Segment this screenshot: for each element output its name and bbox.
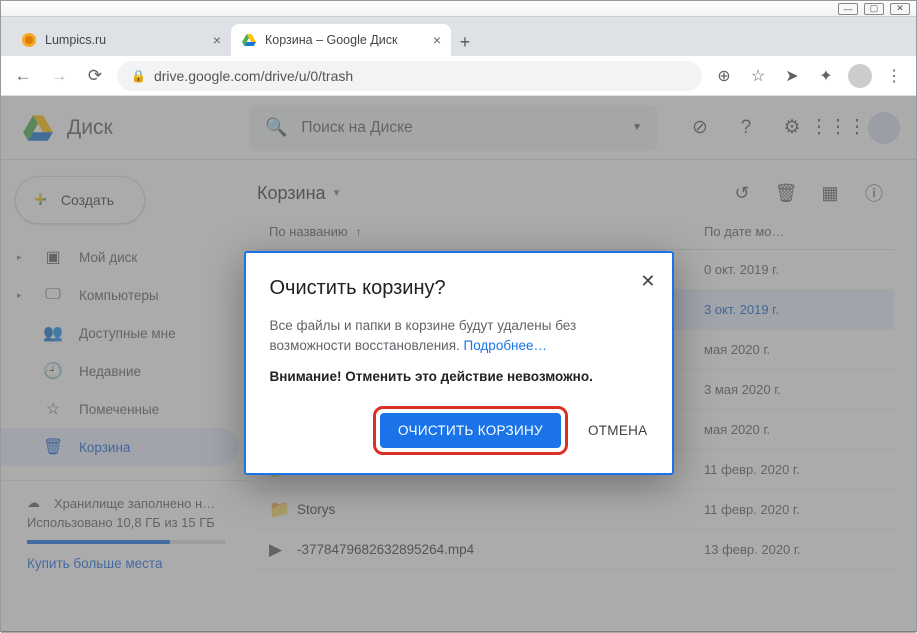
address-bar: ← → ⟳ 🔒 drive.google.com/drive/u/0/trash… [1,56,916,96]
nav-forward-button[interactable]: → [45,62,73,90]
favicon-lumpics-icon [21,32,37,48]
tab-title: Lumpics.ru [45,33,106,47]
window-maximize-button[interactable]: ▢ [864,3,884,15]
os-titlebar: — ▢ ✕ [1,1,916,17]
nav-reload-button[interactable]: ⟳ [81,62,109,90]
favicon-drive-icon [241,32,257,48]
extensions-icon[interactable]: ✦ [812,62,840,90]
dialog-body: Все файлы и папки в корзине будут удален… [270,316,648,357]
modal-overlay: ✕ Очистить корзину? Все файлы и папки в … [1,96,916,633]
chrome-menu-icon[interactable]: ⋮ [880,62,908,90]
tab-close-icon[interactable]: × [213,32,221,48]
bookmark-icon[interactable]: ☆ [744,62,772,90]
nav-back-button[interactable]: ← [9,62,37,90]
cancel-button[interactable]: ОТМЕНА [588,423,648,438]
window-close-button[interactable]: ✕ [890,3,910,15]
lock-icon: 🔒 [131,69,146,83]
empty-trash-dialog: ✕ Очистить корзину? Все файлы и папки в … [244,251,674,475]
dialog-title: Очистить корзину? [270,277,648,300]
learn-more-link[interactable]: Подробнее… [464,338,548,353]
confirm-highlight: ОЧИСТИТЬ КОРЗИНУ [373,406,568,455]
window-minimize-button[interactable]: — [838,3,858,15]
empty-trash-confirm-button[interactable]: ОЧИСТИТЬ КОРЗИНУ [380,413,561,448]
profile-avatar-icon[interactable] [846,62,874,90]
browser-tabs: Lumpics.ru × Корзина – Google Диск × + [1,17,916,56]
tab-drive-trash[interactable]: Корзина – Google Диск × [231,24,451,56]
new-tab-button[interactable]: + [451,28,479,56]
share-icon[interactable]: ➤ [778,62,806,90]
dialog-close-button[interactable]: ✕ [640,271,655,292]
dialog-warning: Внимание! Отменить это действие невозмож… [270,369,648,384]
url-text: drive.google.com/drive/u/0/trash [154,68,353,84]
tab-lumpics[interactable]: Lumpics.ru × [11,24,231,56]
tab-title: Корзина – Google Диск [265,33,397,47]
url-input[interactable]: 🔒 drive.google.com/drive/u/0/trash [117,61,702,91]
tab-close-icon[interactable]: × [433,32,441,48]
zoom-icon[interactable]: ⊕ [710,62,738,90]
